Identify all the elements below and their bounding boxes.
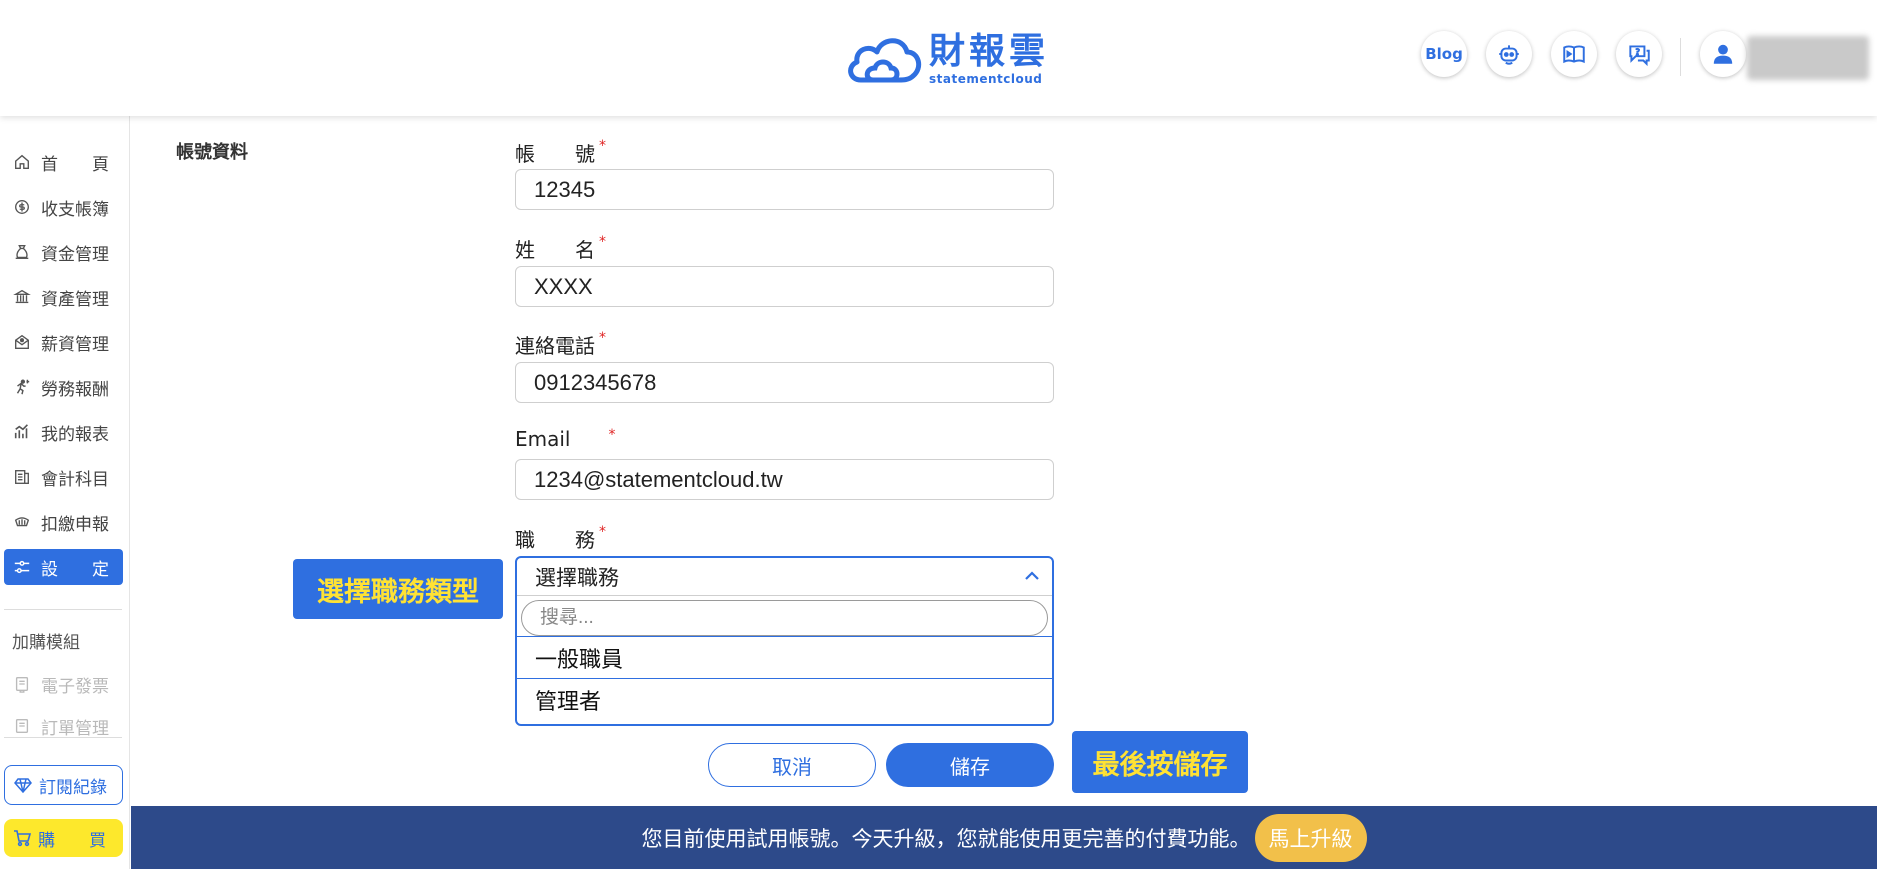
sidebar-item-label: 訂單管理	[41, 718, 109, 739]
user-icon	[1713, 44, 1733, 64]
chevron-up-icon	[1025, 571, 1039, 580]
buy-button[interactable]: 購 買	[4, 819, 123, 857]
stamp-icon	[12, 512, 32, 532]
field-label-text: 姓 名	[515, 238, 595, 262]
help-chat-button[interactable]	[1616, 31, 1662, 77]
blurred-username[interactable]	[1747, 36, 1869, 80]
sidebar-item-fund-management[interactable]: 資金管理	[4, 234, 123, 270]
logo[interactable]: 財報雲 statementcloud	[843, 28, 1049, 90]
role-search-input[interactable]	[521, 600, 1048, 636]
account-number-label: 帳 號 *	[515, 138, 606, 167]
sidebar-item-label: 薪資管理	[41, 334, 109, 355]
role-option-admin[interactable]: 管理者	[517, 678, 1052, 720]
sidebar-item-e-invoice[interactable]: 電子發票	[4, 666, 123, 702]
name-label: 姓 名 *	[515, 234, 606, 263]
sidebar-item-ledger-book[interactable]: 收支帳簿	[4, 189, 123, 225]
role-select-trigger[interactable]: 選擇職務	[517, 558, 1052, 596]
upgrade-now-button[interactable]: 馬上升級	[1254, 813, 1367, 862]
top-header: 財報雲 statementcloud Blog	[0, 0, 1877, 116]
addon-section-title: 加購模組	[12, 633, 80, 653]
save-hint-callout: 最後按儲存	[1072, 731, 1248, 793]
role-label: 職 務 *	[515, 524, 606, 553]
subscription-record-button[interactable]: 訂閱紀錄	[4, 765, 123, 805]
email-label: Email *	[515, 427, 616, 451]
order-icon	[12, 716, 32, 736]
field-label-text: 帳 號	[515, 142, 595, 166]
phone-input[interactable]	[515, 362, 1054, 403]
role-type-callout: 選擇職務類型	[293, 559, 503, 619]
sidebar-item-label: 資產管理	[41, 289, 109, 310]
header-divider	[1680, 38, 1681, 76]
sidebar-item-withholding-filing[interactable]: 扣繳申報	[4, 504, 123, 540]
book-video-icon	[1563, 45, 1585, 64]
subscription-record-label: 訂閱紀錄	[39, 777, 107, 798]
sidebar-item-label: 會計科目	[41, 469, 109, 490]
role-select-dropdown[interactable]: 選擇職務 一般職員 管理者	[515, 556, 1054, 726]
field-label-text: Email	[515, 427, 571, 451]
bank-icon	[12, 287, 32, 307]
section-title-account-info: 帳號資料	[176, 142, 248, 163]
sidebar-divider	[4, 609, 122, 610]
blog-label: Blog	[1425, 45, 1463, 63]
runner-icon	[12, 377, 32, 397]
blog-button[interactable]: Blog	[1421, 31, 1467, 77]
sidebar-divider	[4, 737, 122, 738]
sidebar-item-label: 電子發票	[41, 676, 109, 697]
robot-assistant-button[interactable]	[1486, 31, 1532, 77]
required-mark: *	[599, 524, 606, 540]
sidebar-item-label: 設 定	[41, 559, 109, 580]
buy-label: 購 買	[38, 830, 106, 851]
sidebar-item-label: 收支帳簿	[41, 199, 109, 220]
role-selected-value: 選擇職務	[535, 565, 619, 590]
help-chat-icon	[1629, 45, 1650, 67]
sidebar-item-label: 扣繳申報	[41, 514, 109, 535]
ledger-icon	[12, 467, 32, 487]
sidebar-item-label: 資金管理	[41, 244, 109, 265]
sidebar-item-home[interactable]: 首 頁	[4, 144, 123, 180]
money-bag-icon	[12, 242, 32, 262]
invoice-icon	[12, 674, 32, 694]
cart-icon	[14, 830, 32, 847]
tutorial-book-button[interactable]	[1551, 31, 1597, 77]
trial-upgrade-banner: 您目前使用試用帳號。今天升級，您就能使用更完善的付費功能。 馬上升級	[131, 806, 1877, 869]
name-input[interactable]	[515, 266, 1054, 307]
diamond-icon	[14, 778, 32, 794]
sidebar-item-service-fees[interactable]: 勞務報酬	[4, 369, 123, 405]
sidebar-item-accounting-subjects[interactable]: 會計科目	[4, 459, 123, 495]
role-option-general-staff[interactable]: 一般職員	[517, 636, 1052, 678]
chart-icon	[12, 422, 32, 442]
payroll-icon	[12, 332, 32, 352]
field-label-text: 職 務	[515, 528, 595, 552]
required-mark: *	[599, 234, 606, 250]
settings-sliders-icon	[12, 557, 32, 577]
robot-icon	[1499, 45, 1519, 65]
field-label-text: 連絡電話	[515, 334, 595, 358]
sidebar-item-asset-management[interactable]: 資產管理	[4, 279, 123, 315]
sidebar-item-settings[interactable]: 設 定	[4, 549, 123, 585]
cancel-button[interactable]: 取消	[708, 743, 876, 787]
sidebar-item-payroll[interactable]: 薪資管理	[4, 324, 123, 360]
sidebar: 首 頁 收支帳簿 資金管理 資產管理 薪資管理 勞務報酬 我的報表 會計科目 扣…	[0, 116, 130, 869]
required-mark: *	[599, 138, 606, 154]
required-mark: *	[608, 427, 616, 443]
sidebar-item-label: 勞務報酬	[41, 379, 109, 400]
account-number-input[interactable]	[515, 169, 1054, 210]
email-input[interactable]	[515, 459, 1054, 500]
cloud-logo-icon	[848, 38, 922, 83]
user-avatar-button[interactable]	[1700, 31, 1746, 77]
trial-message: 您目前使用試用帳號。今天升級，您就能使用更完善的付費功能。	[641, 826, 1251, 851]
logo-english-text: statementcloud	[929, 72, 1043, 86]
home-icon	[12, 152, 32, 172]
logo-chinese-text: 財報雲	[929, 31, 1050, 72]
sidebar-item-label: 首 頁	[41, 154, 109, 175]
phone-label: 連絡電話 *	[515, 330, 606, 359]
coin-icon	[12, 197, 32, 217]
sidebar-item-label: 我的報表	[41, 424, 109, 445]
sidebar-item-my-reports[interactable]: 我的報表	[4, 414, 123, 450]
required-mark: *	[599, 330, 606, 346]
save-button[interactable]: 儲存	[886, 743, 1054, 787]
